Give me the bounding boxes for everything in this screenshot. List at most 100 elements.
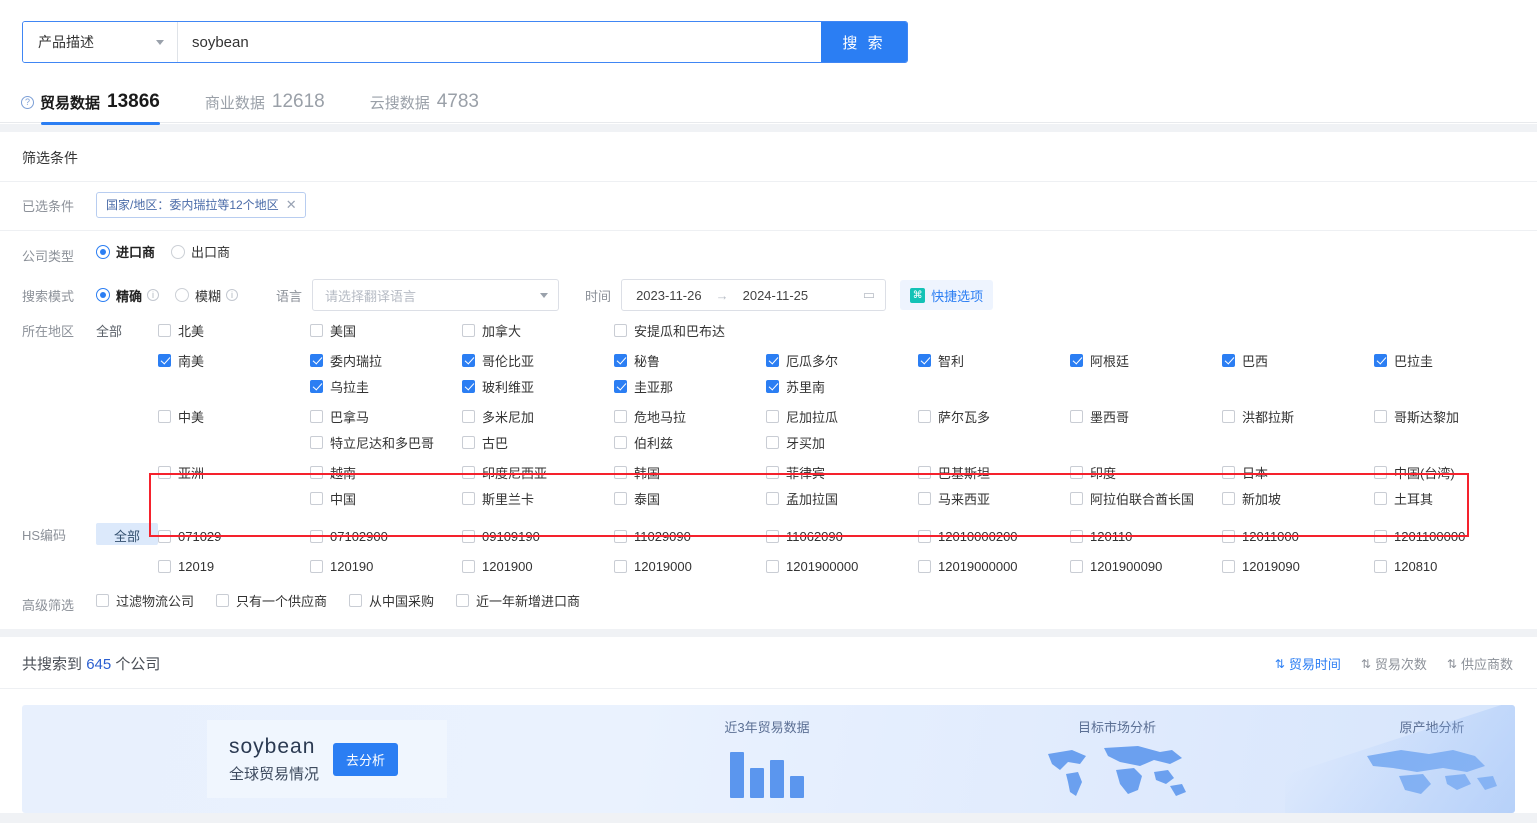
checkbox-icon[interactable] bbox=[216, 594, 230, 607]
checkbox-icon[interactable] bbox=[456, 594, 470, 607]
region-cell[interactable]: 韩国 bbox=[614, 463, 766, 482]
hs-code-cell[interactable]: 1201900000 bbox=[766, 559, 918, 574]
checkbox-icon[interactable] bbox=[1070, 491, 1083, 505]
region-cell[interactable]: 萨尔瓦多 bbox=[918, 407, 1070, 426]
region-cell[interactable]: 泰国 bbox=[614, 489, 766, 508]
quick-options-button[interactable]: ⌘ 快捷选项 bbox=[900, 280, 994, 310]
radio-exact[interactable]: 精确 i bbox=[96, 286, 160, 305]
region-group-0[interactable]: 北美 bbox=[158, 321, 310, 340]
hs-code-cell[interactable]: 120810 bbox=[1374, 559, 1526, 574]
checkbox-icon[interactable] bbox=[766, 353, 779, 367]
date-end[interactable]: 2024-11-25 bbox=[743, 288, 809, 303]
region-cell[interactable]: 阿拉伯联合酋长国 bbox=[1070, 489, 1222, 508]
info-icon[interactable]: i bbox=[147, 289, 160, 301]
region-cell[interactable]: 孟加拉国 bbox=[766, 489, 918, 508]
checkbox-icon[interactable] bbox=[1222, 353, 1235, 367]
hs-code-cell[interactable]: 12019090 bbox=[1222, 559, 1374, 574]
hs-code-cell[interactable]: 12011000 bbox=[1222, 529, 1374, 544]
region-cell[interactable]: 马来西亚 bbox=[918, 489, 1070, 508]
hs-code-cell[interactable]: 12019 bbox=[158, 559, 310, 574]
date-range-picker[interactable]: 2023-11-26 → 2024-11-25 ▭ bbox=[621, 279, 887, 311]
info-icon[interactable]: i bbox=[226, 289, 239, 301]
checkbox-icon[interactable] bbox=[158, 465, 171, 479]
help-icon[interactable]: ? bbox=[21, 95, 34, 109]
checkbox-icon[interactable] bbox=[918, 409, 931, 423]
checkbox-icon[interactable] bbox=[614, 323, 627, 337]
region-cell[interactable]: 日本 bbox=[1222, 463, 1374, 482]
checkbox-icon[interactable] bbox=[462, 559, 475, 573]
region-cell[interactable]: 牙买加 bbox=[766, 433, 918, 452]
checkbox-icon[interactable] bbox=[310, 323, 323, 337]
region-cell[interactable]: 巴拿马 bbox=[310, 407, 462, 426]
advanced-filter-option[interactable]: 从中国采购 bbox=[349, 591, 434, 610]
region-cell[interactable]: 安提瓜和巴布达 bbox=[614, 321, 766, 340]
region-group-3[interactable]: 亚洲 bbox=[158, 463, 310, 482]
advanced-filter-option[interactable]: 过滤物流公司 bbox=[96, 591, 194, 610]
checkbox-icon[interactable] bbox=[614, 435, 627, 449]
hs-code-cell[interactable]: 120190 bbox=[310, 559, 462, 574]
checkbox-icon[interactable] bbox=[918, 491, 931, 505]
checkbox-icon[interactable] bbox=[310, 559, 323, 573]
date-start[interactable]: 2023-11-26 bbox=[636, 288, 702, 303]
checkbox-icon[interactable] bbox=[1374, 559, 1387, 573]
checkbox-icon[interactable] bbox=[158, 353, 171, 367]
calendar-icon[interactable]: ▭ bbox=[863, 287, 875, 303]
checkbox-icon[interactable] bbox=[462, 323, 475, 337]
checkbox-icon[interactable] bbox=[614, 491, 627, 505]
checkbox-icon[interactable] bbox=[1070, 465, 1083, 479]
hs-code-cell[interactable]: 120110 bbox=[1070, 529, 1222, 544]
checkbox-icon[interactable] bbox=[614, 379, 627, 393]
checkbox-icon[interactable] bbox=[614, 353, 627, 367]
advanced-filter-option[interactable]: 只有一个供应商 bbox=[216, 591, 327, 610]
search-button[interactable]: 搜 索 bbox=[821, 22, 907, 62]
radio-importer[interactable]: 进口商 bbox=[96, 242, 155, 261]
region-cell[interactable]: 美国 bbox=[310, 321, 462, 340]
hs-code-cell[interactable]: 07102900 bbox=[310, 529, 462, 544]
region-cell[interactable]: 乌拉圭 bbox=[310, 377, 462, 396]
region-cell[interactable]: 阿根廷 bbox=[1070, 351, 1222, 370]
checkbox-icon[interactable] bbox=[158, 409, 171, 423]
region-cell[interactable]: 巴西 bbox=[1222, 351, 1374, 370]
region-cell[interactable]: 哥斯达黎加 bbox=[1374, 407, 1526, 426]
checkbox-icon[interactable] bbox=[96, 594, 109, 607]
checkbox-icon[interactable] bbox=[766, 379, 779, 393]
region-cell[interactable]: 土耳其 bbox=[1374, 489, 1526, 508]
banner-section-target-market[interactable]: 目标市场分析 bbox=[1017, 717, 1217, 804]
checkbox-icon[interactable] bbox=[158, 323, 171, 337]
checkbox-icon[interactable] bbox=[1374, 491, 1387, 505]
checkbox-icon[interactable] bbox=[1374, 465, 1387, 479]
tab-cloud-search-data[interactable]: 云搜数据 4783 bbox=[370, 82, 479, 122]
region-cell[interactable]: 巴基斯坦 bbox=[918, 463, 1070, 482]
hs-code-cell[interactable]: 11029090 bbox=[614, 529, 766, 544]
hs-code-cell[interactable]: 1201900 bbox=[462, 559, 614, 574]
checkbox-icon[interactable] bbox=[462, 491, 475, 505]
checkbox-icon[interactable] bbox=[1222, 491, 1235, 505]
region-cell[interactable]: 墨西哥 bbox=[1070, 407, 1222, 426]
region-cell[interactable]: 印度 bbox=[1070, 463, 1222, 482]
checkbox-icon[interactable] bbox=[1374, 409, 1387, 423]
checkbox-icon[interactable] bbox=[766, 409, 779, 423]
checkbox-icon[interactable] bbox=[918, 529, 931, 543]
checkbox-icon[interactable] bbox=[766, 559, 779, 573]
selected-condition-tag[interactable]: 国家/地区：委内瑞拉等12个地区 ✕ bbox=[96, 192, 306, 218]
region-cell[interactable]: 巴拉圭 bbox=[1374, 351, 1526, 370]
hs-code-cell[interactable]: 11062090 bbox=[766, 529, 918, 544]
region-cell[interactable]: 智利 bbox=[918, 351, 1070, 370]
checkbox-icon[interactable] bbox=[1222, 465, 1235, 479]
region-cell[interactable]: 哥伦比亚 bbox=[462, 351, 614, 370]
hs-code-cell[interactable]: 09109190 bbox=[462, 529, 614, 544]
search-input[interactable] bbox=[178, 22, 821, 62]
checkbox-icon[interactable] bbox=[1222, 409, 1235, 423]
checkbox-icon[interactable] bbox=[766, 491, 779, 505]
checkbox-icon[interactable] bbox=[349, 594, 363, 607]
checkbox-icon[interactable] bbox=[158, 529, 171, 543]
checkbox-icon[interactable] bbox=[1070, 529, 1083, 543]
checkbox-icon[interactable] bbox=[310, 465, 323, 479]
checkbox-icon[interactable] bbox=[1222, 559, 1235, 573]
region-scroll-area[interactable]: 北美 美国 加拿大 安提瓜和巴布达 南美 委内瑞拉 哥伦比亚 秘鲁 厄瓜多尔 智利 阿根廷 巴西 巴拉圭… bbox=[158, 317, 1537, 513]
checkbox-icon[interactable] bbox=[614, 409, 627, 423]
checkbox-icon[interactable] bbox=[310, 435, 323, 449]
checkbox-icon[interactable] bbox=[1070, 559, 1083, 573]
sort-trade-time[interactable]: ⇅ 贸易时间 bbox=[1275, 654, 1341, 673]
tab-business-data[interactable]: 商业数据 12618 bbox=[205, 82, 325, 122]
